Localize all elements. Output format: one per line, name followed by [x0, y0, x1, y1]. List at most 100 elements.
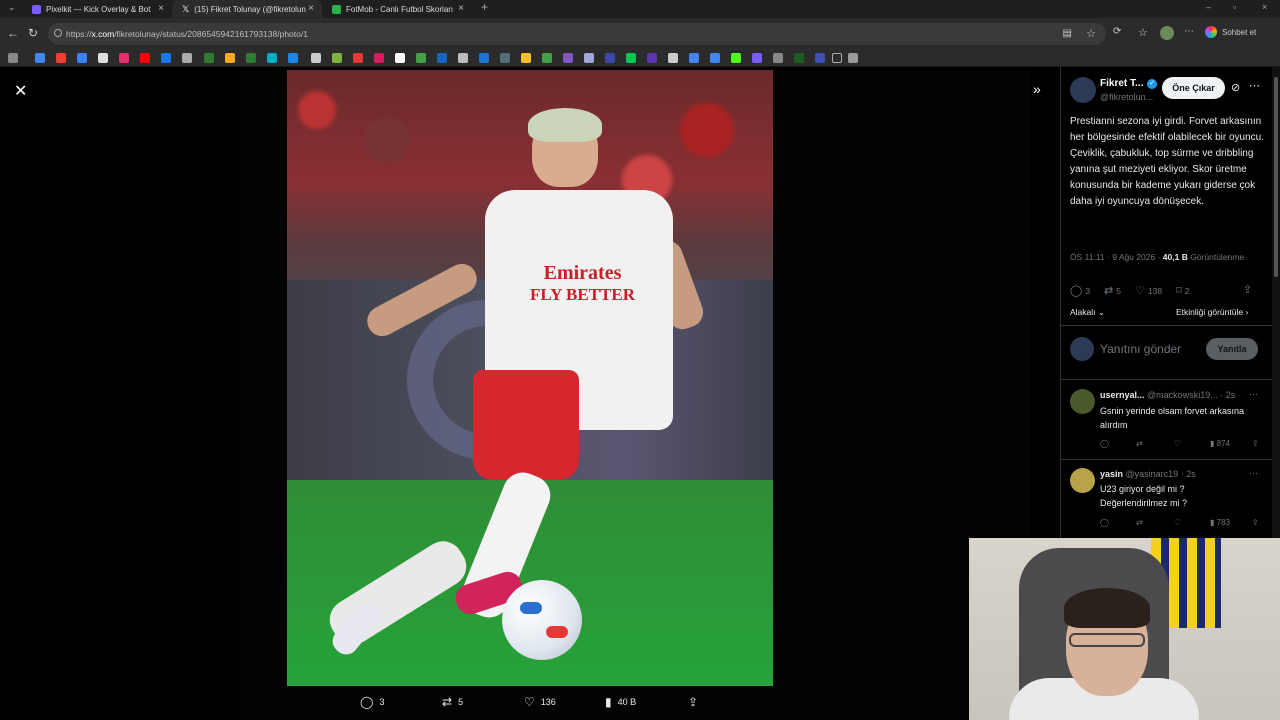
folder-icon[interactable]: [832, 53, 842, 63]
tab-pixelkit[interactable]: Pixelkit — Kick Overlay & Bot ×: [22, 0, 172, 18]
refresh-extension-icon[interactable]: ⟳: [1113, 26, 1121, 37]
share-icon[interactable]: ⇪: [1243, 283, 1252, 296]
photo-reply-button[interactable]: ◯ 3: [360, 695, 384, 709]
bookmark-icon[interactable]: [311, 53, 321, 63]
bookmark-icon[interactable]: [584, 53, 594, 63]
facebook-bookmark-icon[interactable]: [161, 53, 171, 63]
reply-submit-button[interactable]: Yanıtla: [1206, 338, 1258, 360]
views-button[interactable]: ▮ 783: [1210, 518, 1230, 527]
kick-bookmark-icon[interactable]: [731, 53, 741, 63]
favorites-icon[interactable]: ☆: [1138, 26, 1148, 39]
reply-input[interactable]: Yanıtını gönder: [1100, 342, 1181, 356]
bookmark-icon[interactable]: [605, 53, 615, 63]
google-bookmark-icon[interactable]: [689, 53, 699, 63]
more-options-icon[interactable]: ⋯: [1249, 389, 1258, 400]
more-icon[interactable]: ⋯: [1184, 26, 1194, 37]
views-button[interactable]: ▮ 874: [1210, 439, 1230, 448]
bookmark-icon[interactable]: [626, 53, 636, 63]
bookmark-icon[interactable]: [353, 53, 363, 63]
author-avatar[interactable]: [1070, 77, 1096, 103]
url-field[interactable]: https://x.com/fikretolunay/status/208654…: [48, 23, 1106, 45]
x-bookmark-icon[interactable]: [98, 53, 108, 63]
bookmark-icon[interactable]: [848, 53, 858, 63]
bookmark-icon[interactable]: [204, 53, 214, 63]
window-close-icon[interactable]: ×: [1262, 2, 1267, 12]
bookmark-icon[interactable]: [225, 53, 235, 63]
copilot-chat-button[interactable]: Sohbet et: [1205, 26, 1256, 38]
close-tab-icon[interactable]: ×: [158, 3, 164, 14]
tweet-time[interactable]: ÖS 11:11 · 9 Ağu 2026 ·: [1070, 252, 1160, 262]
bookmark-icon[interactable]: [395, 53, 405, 63]
bookmark-icon[interactable]: [332, 53, 342, 63]
like-button[interactable]: ♡ 138: [1135, 284, 1162, 297]
pixelkit-bookmark-icon[interactable]: [752, 53, 762, 63]
bookmark-button[interactable]: ⌑ 2: [1176, 284, 1189, 297]
bookmark-icon[interactable]: [437, 53, 447, 63]
bookmark-icon[interactable]: [267, 53, 277, 63]
google-bookmark-icon[interactable]: [35, 53, 45, 63]
tweet-photo[interactable]: Emirates FLY BETTER: [287, 70, 773, 686]
bookmark-icon[interactable]: [815, 53, 825, 63]
more-options-icon[interactable]: ⋯: [1249, 468, 1258, 479]
bookmark-icon[interactable]: [479, 53, 489, 63]
repost-icon[interactable]: ⇄: [1136, 518, 1143, 527]
repost-icon[interactable]: ⇄: [1136, 439, 1143, 448]
comment-avatar[interactable]: [1070, 468, 1095, 493]
comment-avatar[interactable]: [1070, 389, 1095, 414]
profile-avatar[interactable]: [1160, 26, 1174, 40]
instagram-bookmark-icon[interactable]: [119, 53, 129, 63]
scrollbar-thumb[interactable]: [1274, 77, 1278, 277]
youtube-bookmark-icon[interactable]: [140, 53, 150, 63]
bookmark-icon[interactable]: [246, 53, 256, 63]
bookmark-icon[interactable]: [416, 53, 426, 63]
bookmark-icon[interactable]: [794, 53, 804, 63]
google-bookmark-icon[interactable]: [710, 53, 720, 63]
share-icon[interactable]: ⇪: [1252, 439, 1259, 448]
bookmark-icon[interactable]: [647, 53, 657, 63]
photo-views-button[interactable]: ▮ 40 B: [605, 695, 636, 709]
bookmark-icon[interactable]: [458, 53, 468, 63]
close-media-icon[interactable]: ✕: [14, 81, 27, 101]
sort-dropdown[interactable]: Alakalı ⌄: [1070, 307, 1105, 318]
collapse-panel-icon[interactable]: »: [1033, 81, 1041, 97]
maximize-icon[interactable]: ▫: [1233, 2, 1236, 12]
reload-icon[interactable]: ↻: [28, 26, 38, 40]
bookmark-icon[interactable]: [563, 53, 573, 63]
highlight-button[interactable]: Öne Çıkar: [1162, 77, 1225, 99]
repost-button[interactable]: ⇄ 5: [1104, 284, 1121, 297]
favorite-star-icon[interactable]: ☆: [1086, 27, 1096, 40]
comment-author[interactable]: yasin @yasinarc19 · 2s: [1100, 469, 1196, 479]
author-name[interactable]: Fikret T...: [1100, 78, 1143, 89]
reply-icon[interactable]: ◯: [1100, 439, 1109, 448]
tab-list-icon[interactable]: ⌄: [8, 2, 16, 13]
photo-like-button[interactable]: ♡ 136: [524, 695, 556, 709]
bookmark-icon[interactable]: [500, 53, 510, 63]
tab-fotmob[interactable]: FotMob - Canlı Futbol Skorları ×: [322, 0, 472, 18]
reply-icon[interactable]: ◯: [1100, 518, 1109, 527]
more-options-icon[interactable]: ⋯: [1249, 79, 1260, 92]
share-icon[interactable]: ⇪: [1252, 518, 1259, 527]
author-handle[interactable]: @fikretolun...: [1100, 92, 1153, 102]
bookmark-icon[interactable]: [182, 53, 192, 63]
comment-author[interactable]: usernyal... @mackowski19... · 2s: [1100, 390, 1235, 400]
view-activity-link[interactable]: Etkinliği görüntüle ›: [1176, 307, 1248, 317]
bookmark-icon[interactable]: [77, 53, 87, 63]
close-tab-icon[interactable]: ×: [458, 3, 464, 14]
bookmark-icon[interactable]: [542, 53, 552, 63]
heart-icon[interactable]: ♡: [1174, 518, 1181, 527]
bookmark-icon[interactable]: [374, 53, 384, 63]
back-icon[interactable]: ←: [7, 26, 19, 40]
site-info-icon[interactable]: [54, 29, 62, 37]
photo-repost-button[interactable]: ⇄ 5: [442, 695, 463, 709]
reply-button[interactable]: ◯ 3: [1070, 284, 1090, 297]
bookmark-icon[interactable]: [288, 53, 298, 63]
grok-icon[interactable]: ⊘: [1231, 81, 1240, 94]
bookmark-icon[interactable]: [668, 53, 678, 63]
bookmark-icon[interactable]: [773, 53, 783, 63]
photo-share-button[interactable]: ⇪: [688, 695, 704, 709]
close-tab-icon[interactable]: ×: [308, 3, 314, 14]
tab-x[interactable]: 𝕏 (15) Fikret Tolunay (@fikretolunay) ×: [172, 0, 322, 18]
heart-icon[interactable]: ♡: [1174, 439, 1181, 448]
bookmark-icon[interactable]: [521, 53, 531, 63]
gmail-bookmark-icon[interactable]: [56, 53, 66, 63]
